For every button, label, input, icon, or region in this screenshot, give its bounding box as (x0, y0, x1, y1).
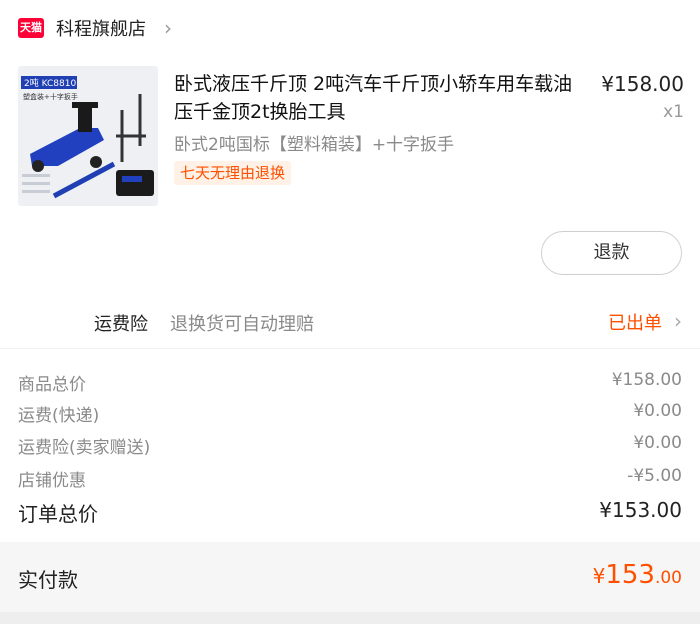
summary-row-goods-total: 商品总价 ¥158.00 (0, 366, 700, 396)
paid-amount-bar: 实付款 ¥153.00 (0, 542, 700, 612)
insurance-status: 已出单 (608, 313, 662, 334)
summary-label: 运费(快递) (18, 406, 100, 426)
summary-row-insurance: 运费险(卖家赠送) ¥0.00 (0, 429, 700, 459)
paid-label: 实付款 (18, 568, 78, 592)
shop-header[interactable]: 天猫 科程旗舰店 › (0, 0, 700, 56)
storage-case (116, 170, 154, 196)
order-total-label: 订单总价 (18, 502, 98, 526)
bottom-strip (0, 612, 700, 624)
summary-value: ¥158.00 (611, 370, 682, 390)
insurance-description: 退换货可自动理赔 (170, 314, 314, 335)
shipping-insurance-row[interactable]: 运费险 退换货可自动理赔 已出单 › (0, 300, 700, 344)
summary-row-store-discount: 店铺优惠 -¥5.00 (0, 462, 700, 492)
summary-label: 店铺优惠 (18, 471, 86, 491)
image-caption: 塑盒装+十字扳手 (23, 92, 78, 101)
summary-value: ¥0.00 (633, 401, 682, 421)
paid-decimal: .00 (654, 568, 682, 588)
tmall-logo: 天猫 (18, 18, 44, 38)
paid-integer: 153 (605, 560, 655, 590)
product-sku: 卧式2吨国标【塑料箱装】+十字扳手 (174, 135, 455, 155)
product-quantity: x1 (663, 102, 684, 122)
refund-button[interactable]: 退款 (541, 231, 682, 275)
paid-currency: ¥ (592, 564, 606, 588)
summary-label: 商品总价 (18, 375, 86, 395)
model-badge: 2吨 KC8810 (24, 77, 76, 89)
paid-amount: ¥153.00 (593, 560, 682, 590)
divider (0, 348, 700, 349)
order-total-value: ¥153.00 (599, 498, 682, 522)
summary-value: ¥0.00 (633, 433, 682, 453)
chevron-right-icon: › (164, 16, 172, 40)
jack-cylinder (78, 106, 92, 132)
chevron-right-icon: › (674, 309, 682, 333)
shop-name[interactable]: 科程旗舰店 (56, 15, 146, 41)
product-title[interactable]: 卧式液压千斤顶 2吨汽车千斤顶小轿车用车载油压千金顶2t换胎工具 (174, 70, 589, 126)
summary-label: 运费险(卖家赠送) (18, 438, 151, 458)
return-policy-tag: 七天无理由退换 (174, 161, 292, 185)
order-total-row: 订单总价 ¥153.00 (0, 498, 700, 530)
summary-value: -¥5.00 (627, 466, 682, 486)
insurance-label: 运费险 (94, 314, 148, 335)
summary-row-shipping: 运费(快递) ¥0.00 (0, 397, 700, 427)
jack-product-illustration: 2吨 KC8810 塑盒装+十字扳手 (18, 66, 158, 206)
product-price: ¥158.00 (601, 72, 684, 96)
product-image[interactable]: 2吨 KC8810 塑盒装+十字扳手 (18, 66, 158, 206)
